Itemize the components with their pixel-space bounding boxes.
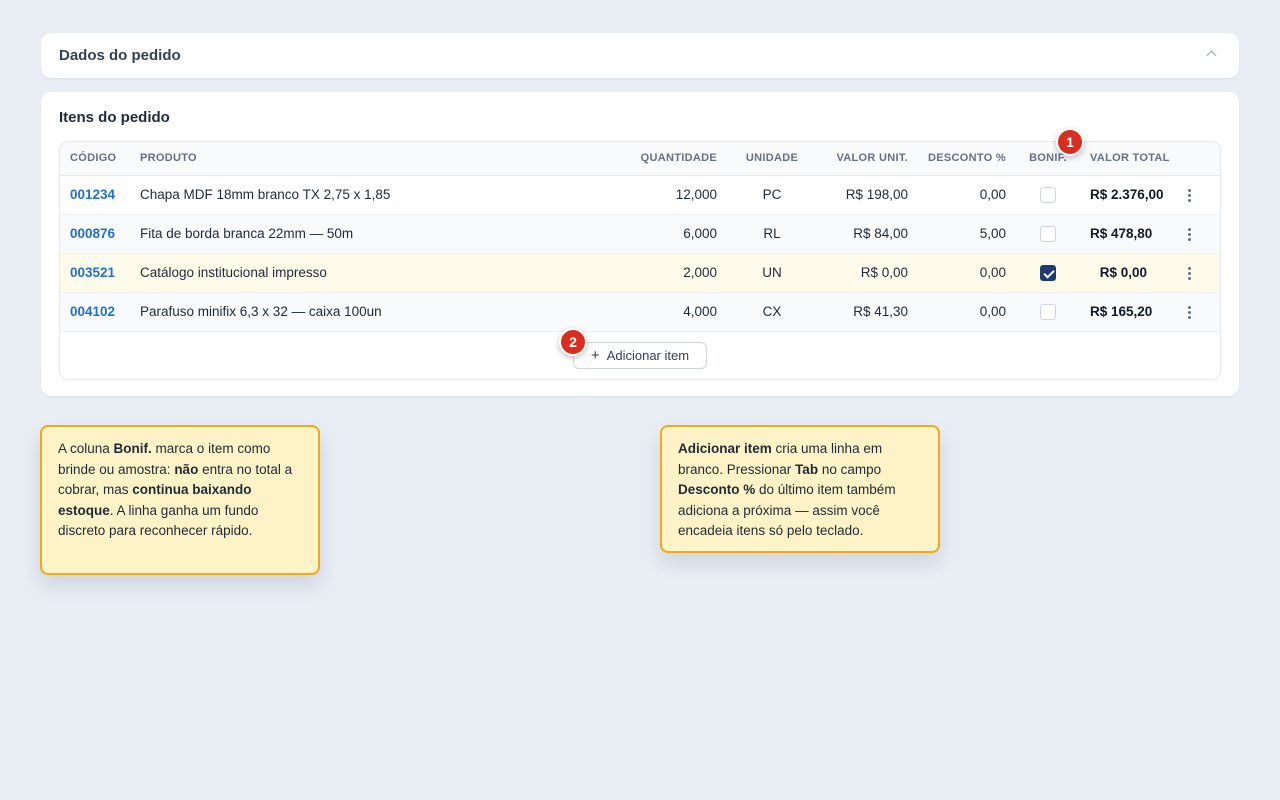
col-header-codigo[interactable]: CÓDIGO	[60, 142, 130, 176]
order-items-title: Itens do pedido	[59, 109, 170, 126]
bonif-checkbox[interactable]	[1040, 225, 1056, 242]
kebab-menu-icon[interactable]	[1188, 305, 1191, 319]
item-discount[interactable]: 0,00	[918, 175, 1016, 215]
item-unit-price[interactable]: R$ 84,00	[817, 214, 918, 254]
add-item-button[interactable]: + Adicionar item	[573, 342, 707, 369]
item-product[interactable]: Parafuso minifix 6,3 x 32 — caixa 100un	[130, 292, 630, 332]
plus-icon: +	[590, 347, 600, 364]
item-unit-price[interactable]: R$ 198,00	[817, 175, 918, 215]
item-unit[interactable]: RL	[727, 214, 817, 254]
bonif-checkbox-checked[interactable]	[1040, 264, 1056, 281]
callout-badge-2: 2	[559, 328, 587, 356]
col-header-valor-total[interactable]: VALOR TOTAL	[1080, 142, 1169, 176]
col-header-quantidade[interactable]: QUANTIDADE	[630, 142, 727, 176]
item-product[interactable]: Chapa MDF 18mm branco TX 2,75 x 1,85	[130, 175, 630, 215]
kebab-menu-icon[interactable]	[1188, 227, 1191, 241]
item-discount[interactable]: 5,00	[918, 214, 1016, 254]
item-code[interactable]: 000876	[60, 214, 130, 254]
col-header-valor-unit[interactable]: VALOR UNIT.	[817, 142, 918, 176]
item-discount[interactable]: 0,00	[918, 292, 1016, 332]
item-product[interactable]: Catálogo institucional impresso	[130, 253, 630, 293]
table-row[interactable]: 000876 Fita de borda branca 22mm — 50m 6…	[60, 214, 1220, 254]
item-product[interactable]: Fita de borda branca 22mm — 50m	[130, 214, 630, 254]
chevron-up-icon[interactable]	[1206, 50, 1217, 61]
note-add-item: Adicionar item cria uma linha em branco.…	[660, 425, 940, 553]
kebab-menu-icon[interactable]	[1188, 266, 1191, 280]
item-total: R$ 2.376,00	[1080, 175, 1164, 215]
table-row[interactable]: 004102 Parafuso minifix 6,3 x 32 — caixa…	[60, 292, 1220, 332]
kebab-menu-icon[interactable]	[1188, 188, 1191, 202]
item-unit-price[interactable]: R$ 41,30	[817, 292, 918, 332]
item-total: R$ 478,80	[1080, 214, 1157, 254]
col-header-unidade[interactable]: UNIDADE	[727, 142, 817, 176]
table-row[interactable]: 003521 Catálogo institucional impresso 2…	[60, 253, 1220, 293]
item-quantity[interactable]: 4,000	[630, 292, 727, 332]
item-quantity[interactable]: 12,000	[630, 175, 727, 215]
item-total: R$ 0,00	[1080, 253, 1157, 293]
col-header-desconto[interactable]: DESCONTO %	[918, 142, 1016, 176]
callout-badge-1: 1	[1056, 128, 1084, 156]
item-unit-price[interactable]: R$ 0,00	[817, 253, 918, 293]
note-bonif: A coluna Bonif. marca o item como brinde…	[40, 425, 320, 575]
item-unit[interactable]: UN	[727, 253, 817, 293]
item-quantity[interactable]: 2,000	[630, 253, 727, 293]
item-code[interactable]: 004102	[60, 292, 130, 332]
order-data-card[interactable]: Dados do pedido	[41, 33, 1239, 78]
order-data-title: Dados do pedido	[59, 47, 181, 64]
table-row[interactable]: 001234 Chapa MDF 18mm branco TX 2,75 x 1…	[60, 175, 1220, 215]
item-total: R$ 165,20	[1080, 292, 1157, 332]
bonif-checkbox[interactable]	[1040, 303, 1056, 320]
table-header-row: CÓDIGO PRODUTO QUANTIDADE UNIDADE VALOR …	[60, 142, 1220, 176]
item-unit[interactable]: CX	[727, 292, 817, 332]
item-discount[interactable]: 0,00	[918, 253, 1016, 293]
item-quantity[interactable]: 6,000	[630, 214, 727, 254]
item-code[interactable]: 003521	[60, 253, 130, 293]
bonif-checkbox[interactable]	[1040, 186, 1056, 203]
item-unit[interactable]: PC	[727, 175, 817, 215]
item-code[interactable]: 001234	[60, 175, 130, 215]
add-item-label: Adicionar item	[606, 348, 690, 363]
col-header-produto[interactable]: PRODUTO	[130, 142, 630, 176]
